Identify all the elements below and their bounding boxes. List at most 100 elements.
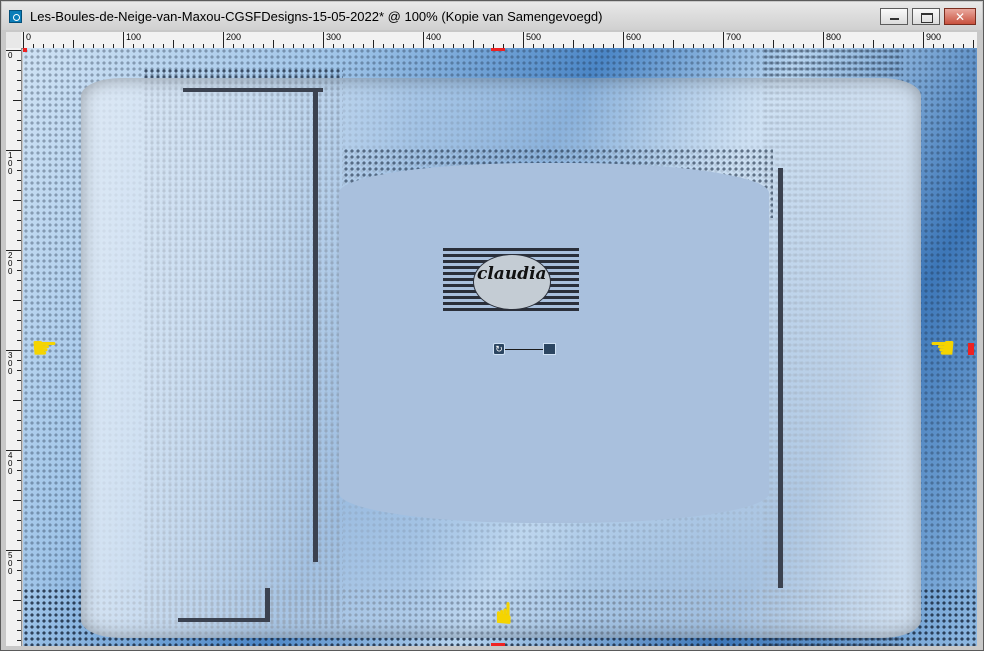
- ruler-tick: [17, 380, 21, 381]
- ruler-tick: [17, 90, 21, 91]
- frame-stripe: [183, 88, 323, 92]
- ruler-tick: [13, 200, 21, 201]
- ruler-tick: [923, 32, 924, 48]
- ruler-tick: [17, 190, 21, 191]
- claudia-watermark: claudia: [443, 248, 579, 314]
- ruler-tick: [323, 32, 324, 48]
- ruler-tick: [17, 390, 21, 391]
- ruler-tick: [573, 40, 574, 48]
- ruler-tick: [673, 40, 674, 48]
- horizontal-ruler[interactable]: 0 100 200 300 400 500 600 700 800 900: [21, 32, 977, 49]
- close-button[interactable]: ✕: [944, 8, 976, 25]
- ruler-tick: [17, 320, 21, 321]
- ruler-tick: [17, 340, 21, 341]
- ruler-tick: [17, 60, 21, 61]
- maximize-button[interactable]: [912, 8, 940, 25]
- vertical-ruler[interactable]: 0 100 200 300 400 500: [6, 48, 22, 646]
- minimize-button[interactable]: [880, 8, 908, 25]
- ruler-tick: [17, 360, 21, 361]
- ruler-tick: [17, 230, 21, 231]
- ruler-label: 0: [8, 51, 13, 60]
- ruler-tick: [17, 540, 21, 541]
- ruler-tick: [17, 180, 21, 181]
- watermark-text: claudia: [477, 264, 547, 284]
- ruler-label: 300: [326, 32, 342, 42]
- frame-stripe: [313, 92, 318, 562]
- ruler-label: 500: [526, 32, 542, 42]
- rotate-icon[interactable]: ↻: [493, 343, 505, 355]
- ruler-tick: [123, 32, 124, 48]
- ruler-tick: [623, 32, 624, 48]
- deform-handle-right[interactable]: [968, 343, 974, 355]
- ruler-tick: [17, 620, 21, 621]
- ruler-tick: [17, 260, 21, 261]
- ruler-tick: [17, 460, 21, 461]
- ruler-label: 700: [726, 32, 742, 42]
- ruler-tick: [17, 80, 21, 81]
- ruler-tick: [173, 40, 174, 48]
- ruler-tick: [23, 32, 24, 48]
- hand-pointer-up-icon: ☚: [485, 599, 521, 627]
- ruler-tick: [17, 120, 21, 121]
- ruler-label: 300: [8, 351, 13, 376]
- minimize-icon: [890, 18, 899, 20]
- ruler-tick: [13, 400, 21, 401]
- ruler-tick: [17, 570, 21, 571]
- ruler-tick: [17, 370, 21, 371]
- ruler-tick: [273, 40, 274, 48]
- deform-handle-top[interactable]: [491, 48, 505, 51]
- title-bar[interactable]: Les-Boules-de-Neige-van-Maxou-CGSFDesign…: [2, 2, 982, 30]
- ruler-tick: [17, 270, 21, 271]
- ruler-label: 600: [626, 32, 642, 42]
- ruler-tick: [17, 160, 21, 161]
- frame-stripe: [178, 618, 270, 622]
- ruler-tick: [17, 240, 21, 241]
- ruler-tick: [17, 530, 21, 531]
- handle-square[interactable]: [543, 343, 556, 355]
- ruler-tick: [17, 130, 21, 131]
- ruler-tick: [13, 600, 21, 601]
- deform-handle-corner[interactable]: [23, 48, 27, 52]
- ruler-tick: [17, 510, 21, 511]
- ruler-label: 500: [8, 551, 13, 576]
- ruler-tick: [17, 140, 21, 141]
- ruler-tick: [523, 32, 524, 48]
- ruler-tick: [17, 280, 21, 281]
- ruler-tick: [17, 70, 21, 71]
- ruler-tick: [17, 220, 21, 221]
- maximize-icon: [921, 13, 933, 23]
- ruler-label: 900: [926, 32, 942, 42]
- rotation-handle[interactable]: ↻: [493, 343, 557, 357]
- ruler-tick: [973, 40, 974, 48]
- ruler-tick: [17, 210, 21, 211]
- ruler-tick: [17, 470, 21, 471]
- image-canvas[interactable]: claudia ↻ ☛ ☚ ☚: [23, 48, 977, 646]
- ruler-tick: [17, 330, 21, 331]
- ruler-label: 0: [26, 32, 32, 42]
- frame-stripe: [778, 168, 783, 588]
- ruler-tick: [423, 32, 424, 48]
- ruler-tick: [13, 300, 21, 301]
- ruler-tick: [17, 520, 21, 521]
- ruler-label: 200: [226, 32, 242, 42]
- ruler-tick: [17, 430, 21, 431]
- ruler-tick: [17, 480, 21, 481]
- ruler-label: 100: [126, 32, 142, 42]
- deform-handle-bottom[interactable]: [491, 643, 505, 646]
- ruler-tick: [17, 310, 21, 311]
- ruler-tick: [17, 410, 21, 411]
- ruler-corner: [6, 32, 21, 48]
- ruler-tick: [17, 440, 21, 441]
- ruler-label: 800: [826, 32, 842, 42]
- ruler-tick: [723, 32, 724, 48]
- ruler-label: 400: [426, 32, 442, 42]
- ruler-tick: [17, 490, 21, 491]
- app-icon: [9, 10, 22, 23]
- ruler-tick: [17, 610, 21, 611]
- ruler-tick: [17, 290, 21, 291]
- ruler-tick: [873, 40, 874, 48]
- close-icon: ✕: [955, 10, 966, 24]
- ruler-tick: [73, 40, 74, 48]
- ruler-tick: [17, 580, 21, 581]
- ruler-tick: [17, 590, 21, 591]
